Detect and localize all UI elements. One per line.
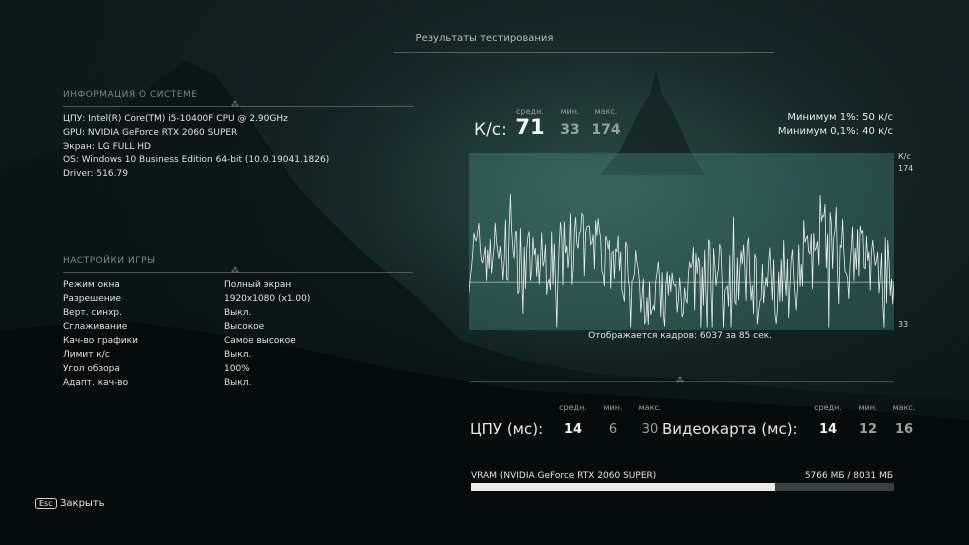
graph-y-unit: К/с — [898, 152, 911, 161]
setting-label: Режим окна — [63, 280, 120, 290]
fps-max-value: 174 — [591, 122, 621, 138]
cpu-avg-value: 14 — [563, 422, 583, 437]
fps-min-label: мин. — [560, 107, 580, 116]
setting-value: Выкл. — [224, 350, 252, 360]
gpu-avg-value: 14 — [818, 422, 838, 437]
close-button[interactable]: Закрыть — [60, 498, 105, 509]
system-info-heading: ИНФОРМАЦИЯ О СИСТЕМЕ — [63, 90, 198, 100]
divider-ornament-icon: ⁂ — [231, 100, 239, 109]
game-settings-heading: НАСТРОЙКИ ИГРЫ — [63, 256, 156, 266]
fps-min-value: 33 — [560, 122, 580, 138]
divider-ornament-icon: ⁂ — [231, 266, 239, 275]
setting-value: Выкл. — [224, 308, 252, 318]
fps-graph-svg — [468, 194, 895, 328]
setting-label: Лимит к/с — [63, 350, 110, 360]
system-gpu-line: GPU: NVIDIA GeForce RTX 2060 SUPER — [63, 128, 238, 138]
vram-usage-bar — [471, 483, 894, 491]
fps-avg-value: 71 — [515, 115, 545, 139]
system-driver-line: Driver: 516.79 — [63, 169, 128, 179]
fps-low-1-percent: Минимум 1%: 50 к/с — [787, 112, 893, 123]
setting-label: Верт. синхр. — [63, 308, 122, 318]
page-title: Результаты тестирования — [415, 33, 554, 44]
gpu-min-label: мин. — [858, 403, 878, 412]
setting-value: Выкл. — [224, 378, 252, 388]
fps-low-01-percent: Минимум 0,1%: 40 к/с — [777, 126, 893, 137]
cpu-min-label: мин. — [603, 403, 623, 412]
frames-rendered-text: Отображается кадров: 6037 за 85 сек. — [588, 331, 772, 341]
vram-usage-fill — [471, 483, 775, 491]
gpu-avg-label: средн. — [814, 403, 842, 412]
setting-label: Разрешение — [63, 294, 122, 304]
cpu-avg-label: средн. — [559, 403, 587, 412]
setting-value: 100% — [224, 364, 250, 374]
cpu-min-value: 6 — [608, 422, 618, 437]
title-divider — [394, 52, 774, 53]
graph-y-min-tick: 33 — [898, 320, 909, 329]
graph-y-max-tick: 174 — [898, 164, 914, 173]
gpu-frametime-label: Видеокарта (мс): — [662, 420, 798, 438]
system-cpu-line: ЦПУ: Intel(R) Core(TM) i5-10400F CPU @ 2… — [63, 114, 288, 124]
fps-graph — [468, 153, 895, 330]
vram-value: 5766 МБ / 8031 МБ — [804, 471, 893, 481]
divider-ornament-icon: ⁂ — [676, 376, 684, 385]
setting-value: 1920x1080 (x1.00) — [224, 294, 311, 304]
esc-key-icon[interactable]: Esc — [35, 498, 57, 509]
gpu-min-value: 12 — [858, 422, 878, 437]
setting-label: Адапт. кач-во — [63, 378, 129, 388]
fps-max-label: макс. — [594, 107, 618, 116]
fps-label: К/с: — [474, 120, 507, 140]
fps-series-line — [468, 194, 895, 328]
setting-value: Полный экран — [224, 280, 292, 290]
vram-label: VRAM (NVIDIA GeForce RTX 2060 SUPER) — [471, 471, 657, 481]
gpu-max-value: 16 — [894, 422, 914, 437]
cpu-frametime-label: ЦПУ (мс): — [470, 420, 544, 438]
setting-label: Угол обзора — [63, 364, 120, 374]
system-os-line: OS: Windows 10 Business Edition 64-bit (… — [63, 155, 330, 165]
gpu-max-label: макс. — [892, 403, 916, 412]
system-screen-line: Экран: LG FULL HD — [63, 142, 151, 152]
cpu-max-label: макс. — [638, 403, 662, 412]
